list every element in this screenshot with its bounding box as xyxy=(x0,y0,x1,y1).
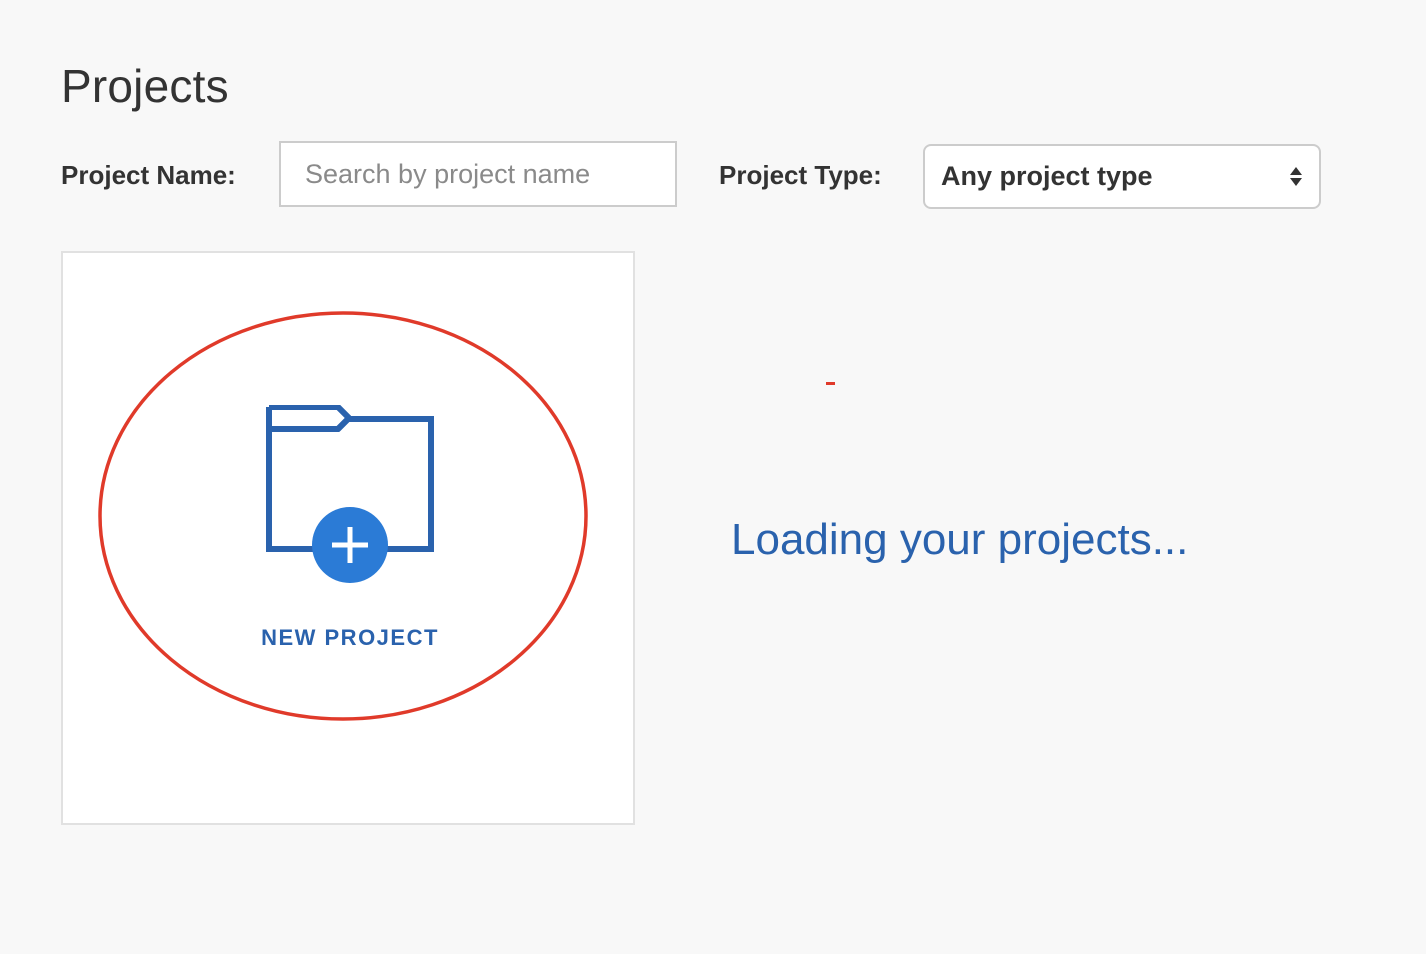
project-type-select[interactable]: Any project type xyxy=(923,144,1321,209)
folder-plus-icon xyxy=(266,405,434,583)
projects-page: Projects Project Name: Project Type: Any… xyxy=(0,0,1426,954)
page-title: Projects xyxy=(61,59,229,112)
loading-message: Loading your projects... xyxy=(731,515,1189,564)
annotation-dash xyxy=(826,382,835,385)
project-type-label: Project Type: xyxy=(719,160,882,190)
select-arrows-icon xyxy=(1289,167,1303,186)
new-project-label: NEW PROJECT xyxy=(261,625,439,650)
project-name-label: Project Name: xyxy=(61,160,236,190)
project-type-selected-value: Any project type xyxy=(941,161,1153,191)
project-name-search-input[interactable] xyxy=(279,141,677,207)
new-project-card[interactable]: NEW PROJECT xyxy=(61,251,635,825)
